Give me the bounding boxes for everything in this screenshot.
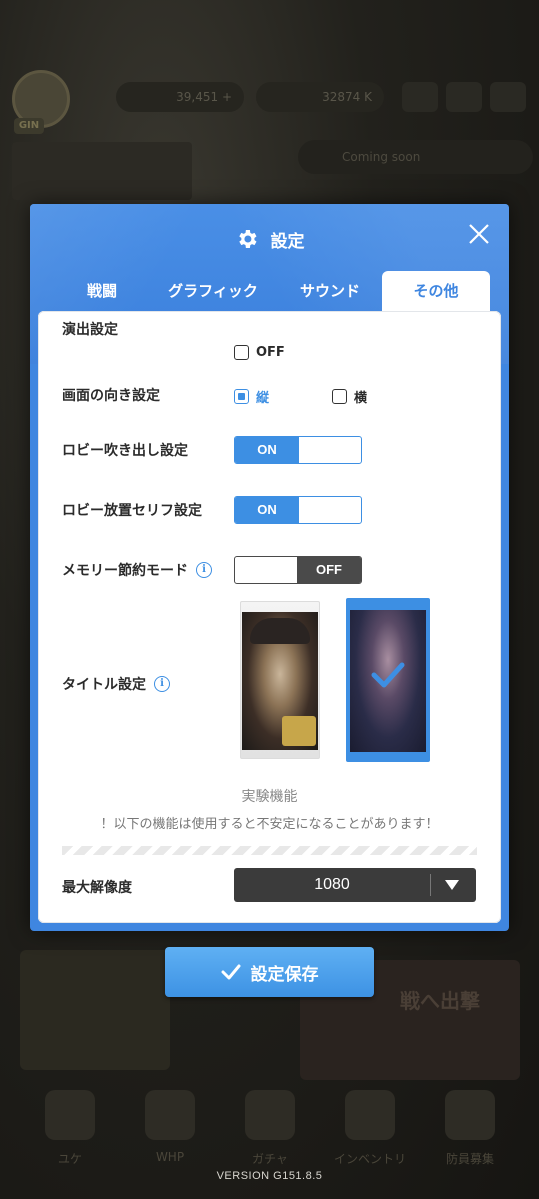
nav-item: ユケ [30,1090,110,1167]
effects-setting-label: 演出設定 [62,322,118,338]
checkmark-icon [221,964,240,980]
save-settings-button[interactable]: 設定保存 [165,947,374,997]
resolution-select[interactable]: 1080 [234,868,476,902]
checkbox[interactable] [234,389,249,404]
nav-item: インベントリ [330,1090,410,1167]
lobby-bubble-label: ロビー吹き出し設定 [62,443,188,459]
title-card-option-2-selected[interactable] [346,598,430,762]
resource-counter-1: 39,451 + [116,82,244,112]
gear-icon [238,230,256,248]
bell-icon [402,82,438,112]
tab-battle[interactable]: 戦闘 [50,271,154,311]
lobby-idle-toggle[interactable]: ON [234,496,362,524]
checkmark-icon [371,662,405,688]
menu-grid-icon [490,82,526,112]
checkbox-label: 縦 [256,391,270,406]
memory-save-label-text: メモリー節約モード [62,563,188,579]
toggle-off-label: OFF [297,557,361,583]
experimental-warning: ！以下の機能は使用すると不安定になることがあります！ [100,817,439,832]
checkbox[interactable] [332,389,347,404]
avatar-tag: GIN [14,118,44,134]
title-setting-label-text: タイトル設定 [62,677,146,693]
info-icon[interactable]: i [196,562,212,578]
experimental-title: 実験機能 [241,789,298,805]
title-card-option-1[interactable] [240,601,320,759]
resolution-label: 最大解像度 [62,880,132,896]
version-label: VERSION G151.8.5 [216,1170,323,1182]
settings-modal: 設定 戦闘 グラフィック サウンド その他 演出設定 OFF 画面の向き設定 縦 [30,204,509,931]
tab-other[interactable]: その他 [382,271,490,311]
nav-item: 防員募集 [430,1090,510,1167]
tab-sound[interactable]: サウンド [278,271,382,311]
divider-stripe [62,846,477,855]
background-top-bar: GIN 39,451 + 32874 K [0,70,539,134]
effects-off-checkbox[interactable]: OFF [234,345,285,360]
lobby-idle-label: ロビー放置セリフ設定 [62,503,202,519]
mail-icon [446,82,482,112]
save-settings-label: 設定保存 [250,964,319,985]
chevron-down-icon[interactable] [445,880,459,890]
tab-bar: 戦闘 グラフィック サウンド その他 [30,271,509,311]
orientation-setting-label: 画面の向き設定 [62,388,160,404]
modal-title: 設定 [30,224,509,254]
settings-panel: 演出設定 OFF 画面の向き設定 縦 横 ロビー吹き出し設定 ON ロビー放置セ… [38,311,501,923]
lobby-bubble-toggle[interactable]: ON [234,436,362,464]
toggle-on-label: ON [235,437,299,463]
orientation-landscape-checkbox[interactable]: 横 [332,387,367,406]
select-divider [430,874,431,896]
toggle-on-label: ON [235,497,299,523]
title-card-art [242,612,318,750]
nav-item: ガチャ [230,1090,310,1167]
title-setting-label: タイトル設定 i [62,674,170,694]
background-bottom-nav: ユケ WHP ガチャ インベントリ 防員募集 [0,1090,539,1170]
background-banner-left [20,950,170,1070]
resolution-value: 1080 [314,876,350,893]
checkbox-label: 横 [354,391,368,406]
background-notice: Coming soon [298,140,533,174]
nav-item: WHP [130,1090,210,1164]
background-banner-text: 戦へ出撃 [400,989,480,1013]
resource-counter-2: 32874 K [256,82,384,112]
tab-graphics[interactable]: グラフィック [158,271,268,311]
memory-save-label: メモリー節約モード i [62,560,212,580]
info-icon[interactable]: i [154,676,170,692]
background-card [12,142,192,200]
modal-title-text: 設定 [270,231,305,252]
close-icon[interactable] [467,222,491,246]
orientation-portrait-checkbox[interactable]: 縦 [234,387,269,406]
checkbox[interactable] [234,345,249,360]
memory-save-toggle[interactable]: OFF [234,556,362,584]
settings-panel-body: 演出設定 OFF 画面の向き設定 縦 横 ロビー吹き出し設定 ON ロビー放置セ… [38,311,501,923]
checkbox-label: OFF [256,345,285,360]
